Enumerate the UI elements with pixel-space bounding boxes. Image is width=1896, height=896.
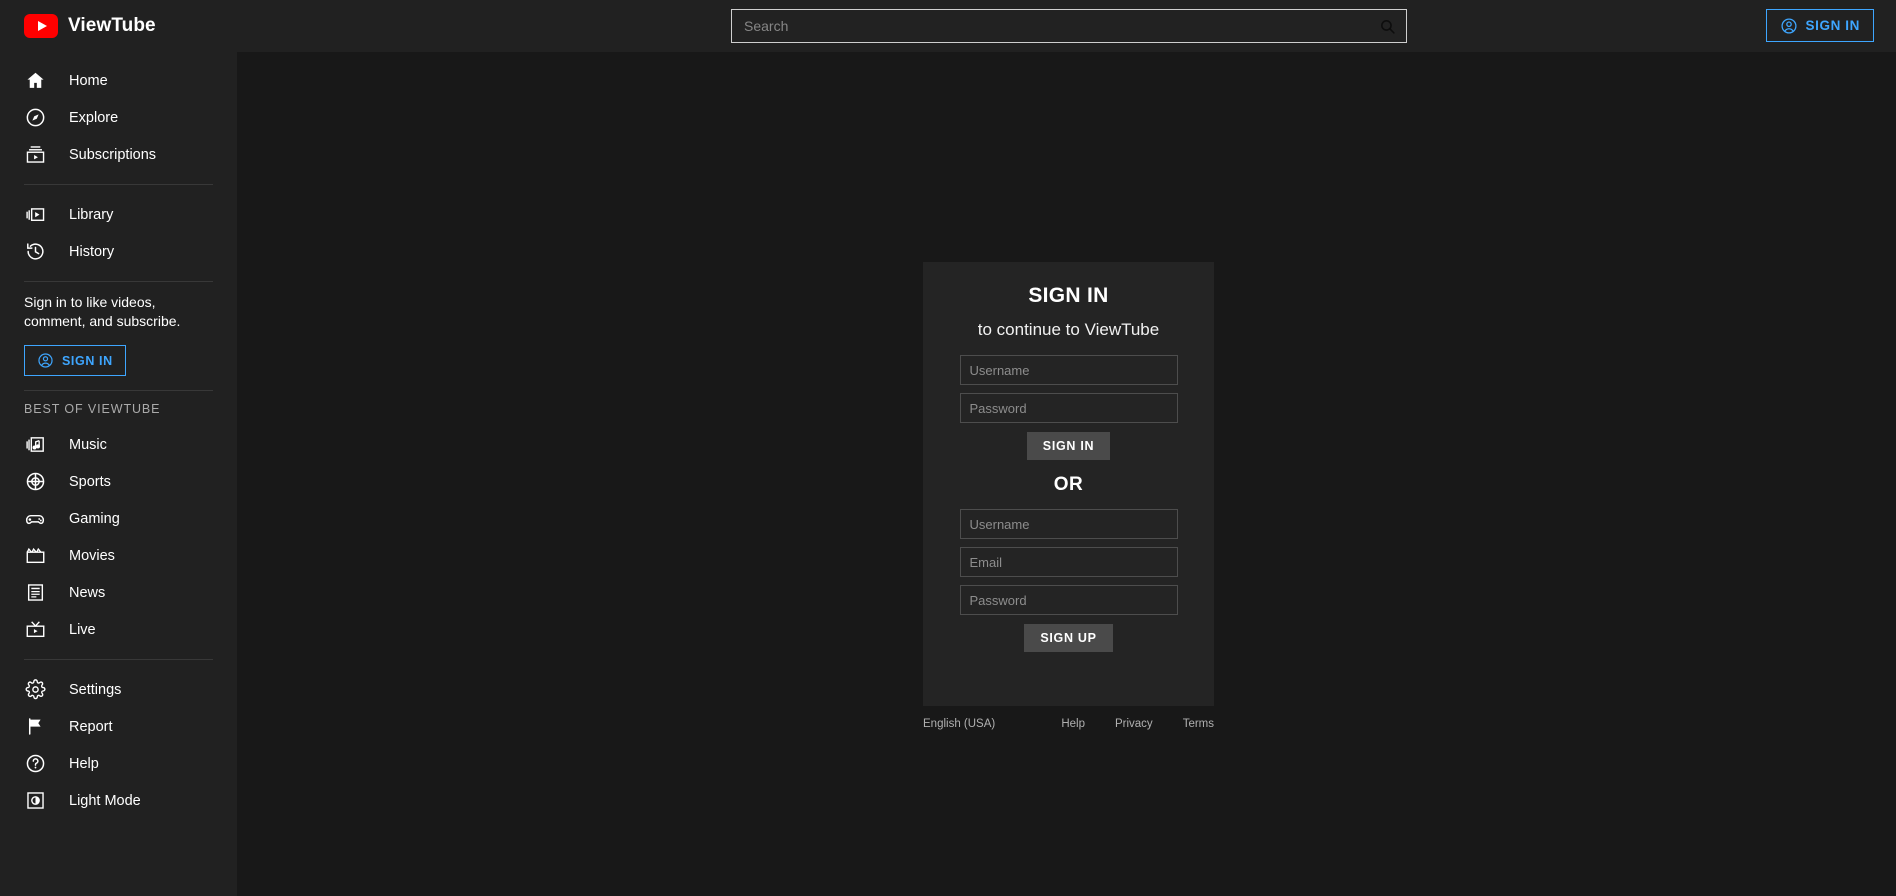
- auth-card-subtitle: to continue to ViewTube: [977, 320, 1160, 339]
- brand-name: ViewTube: [68, 15, 156, 36]
- gamepad-icon: [24, 508, 46, 530]
- sidebar-item-label: Gaming: [69, 510, 120, 527]
- sidebar-item-history[interactable]: History: [0, 233, 237, 270]
- search-input[interactable]: [732, 10, 1368, 42]
- news-article-icon: [24, 582, 46, 604]
- sidebar-item-label: Library: [69, 206, 114, 223]
- youtube-play-logo-icon: [24, 14, 58, 38]
- header-sign-in-button[interactable]: SIGN IN: [1765, 9, 1874, 42]
- sidebar-item-help[interactable]: Help: [0, 745, 237, 782]
- brand-logo-link[interactable]: ViewTube: [24, 14, 156, 38]
- sidebar-item-label: News: [69, 584, 106, 601]
- account-circle-icon: [37, 352, 54, 369]
- live-tv-icon: [24, 619, 46, 641]
- sidebar-item-label: Sports: [69, 473, 111, 490]
- history-icon: [24, 241, 46, 263]
- sidebar-divider-1: [24, 184, 213, 185]
- or-divider-label: OR: [1053, 474, 1084, 495]
- signin-submit-button[interactable]: SIGN IN: [1026, 432, 1111, 460]
- header-sign-in-label: SIGN IN: [1805, 18, 1860, 33]
- sidebar-item-label: Explore: [69, 109, 119, 126]
- sidebar-item-explore[interactable]: Explore: [0, 99, 237, 136]
- footer-link-privacy[interactable]: Privacy: [1115, 718, 1153, 730]
- signup-email-input[interactable]: [959, 547, 1178, 577]
- sidebar-item-label: Home: [69, 72, 108, 89]
- sidebar-item-light-mode[interactable]: Light Mode: [0, 782, 237, 819]
- sidebar-signin-prompt: Sign in to like videos, comment, and sub…: [24, 294, 181, 329]
- library-icon: [24, 204, 46, 226]
- sidebar-item-gaming[interactable]: Gaming: [0, 500, 237, 537]
- flag-icon: [24, 716, 46, 738]
- sidebar-divider-4: [24, 659, 213, 660]
- signup-submit-button[interactable]: SIGN UP: [1024, 624, 1113, 652]
- left-sidebar: Home Explore Subscriptions Library Histo…: [0, 52, 237, 896]
- sports-ball-icon: [24, 471, 46, 493]
- footer-link-terms[interactable]: Terms: [1183, 718, 1214, 730]
- sidebar-item-label: Music: [69, 436, 107, 453]
- main-content-area: SIGN IN to continue to ViewTube SIGN IN …: [237, 52, 1896, 896]
- brightness-contrast-icon: [24, 790, 46, 812]
- sidebar-item-label: Settings: [69, 681, 122, 698]
- sidebar-divider-2: [24, 281, 213, 282]
- search-bar[interactable]: [731, 9, 1407, 43]
- sidebar-item-settings[interactable]: Settings: [0, 671, 237, 708]
- sidebar-sign-in-button[interactable]: SIGN IN: [24, 345, 126, 376]
- sidebar-item-sports[interactable]: Sports: [0, 463, 237, 500]
- compass-icon: [24, 107, 46, 129]
- sidebar-item-subscriptions[interactable]: Subscriptions: [0, 136, 237, 173]
- sidebar-item-label: Subscriptions: [69, 146, 157, 163]
- sidebar-item-label: Report: [69, 718, 113, 735]
- sidebar-divider-3: [24, 390, 213, 391]
- subscriptions-icon: [24, 144, 46, 166]
- auth-card-footer: English (USA) Help Privacy Terms: [923, 718, 1214, 730]
- sidebar-item-label: Light Mode: [69, 792, 141, 809]
- sidebar-item-label: Live: [69, 621, 96, 638]
- footer-link-help[interactable]: Help: [1061, 718, 1085, 730]
- sidebar-item-label: History: [69, 243, 115, 260]
- auth-card: SIGN IN to continue to ViewTube SIGN IN …: [923, 262, 1214, 706]
- gear-icon: [24, 679, 46, 701]
- sidebar-item-label: Help: [69, 755, 99, 772]
- signup-password-input[interactable]: [959, 585, 1178, 615]
- clapperboard-icon: [24, 545, 46, 567]
- music-icon: [24, 434, 46, 456]
- sidebar-sign-in-label: SIGN IN: [62, 353, 113, 368]
- sidebar-item-news[interactable]: News: [0, 574, 237, 611]
- auth-card-title: SIGN IN: [1028, 284, 1109, 307]
- sidebar-item-movies[interactable]: Movies: [0, 537, 237, 574]
- language-selector[interactable]: English (USA): [923, 718, 995, 730]
- search-icon[interactable]: [1368, 10, 1406, 42]
- signin-username-input[interactable]: [959, 355, 1178, 385]
- sidebar-item-label: Movies: [69, 547, 115, 564]
- signin-password-input[interactable]: [959, 393, 1178, 423]
- top-header-bar: ViewTube SIGN IN: [0, 0, 1896, 52]
- sidebar-item-library[interactable]: Library: [0, 196, 237, 233]
- sidebar-item-music[interactable]: Music: [0, 426, 237, 463]
- signup-username-input[interactable]: [959, 509, 1178, 539]
- sidebar-section-title: BEST OF VIEWTUBE: [24, 402, 161, 416]
- home-icon: [24, 70, 46, 92]
- sidebar-item-report[interactable]: Report: [0, 708, 237, 745]
- sidebar-item-live[interactable]: Live: [0, 611, 237, 648]
- question-circle-icon: [24, 753, 46, 775]
- sidebar-item-home[interactable]: Home: [0, 62, 237, 99]
- account-circle-icon: [1780, 17, 1798, 35]
